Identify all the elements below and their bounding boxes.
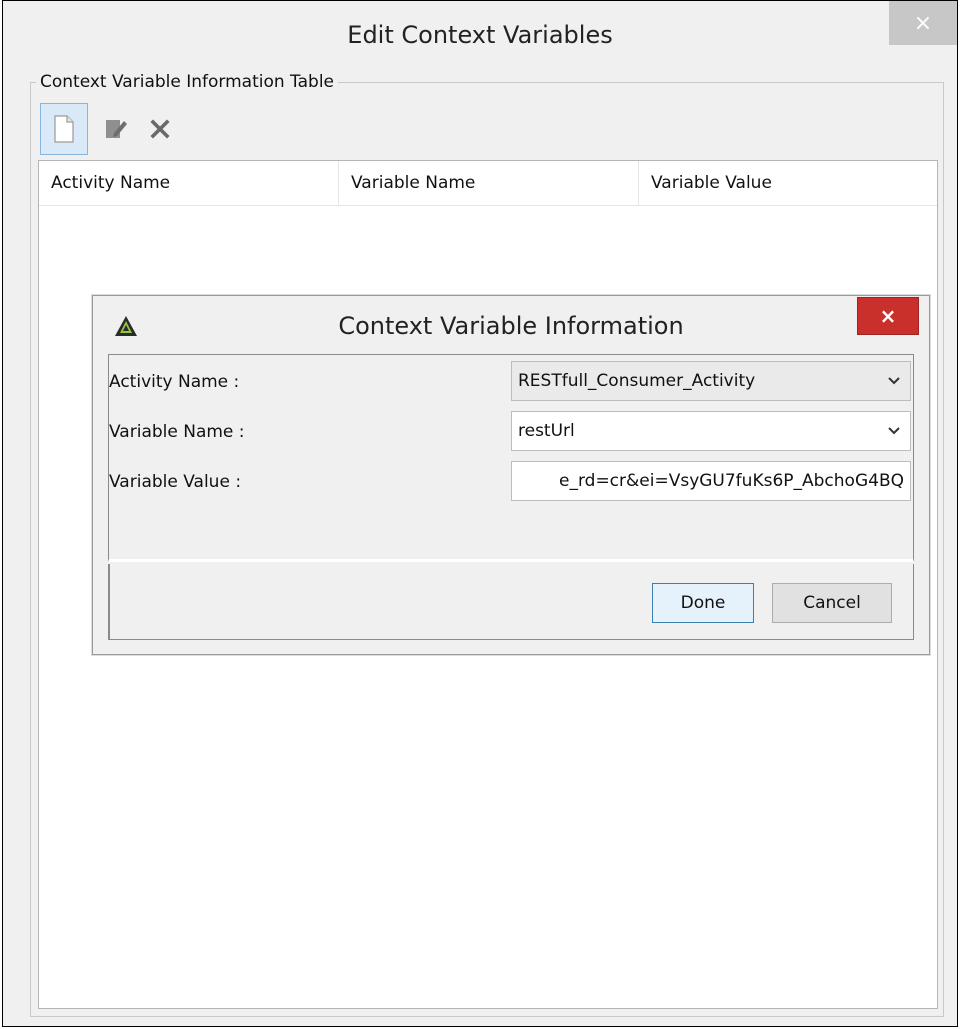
cancel-button[interactable]: Cancel xyxy=(772,583,892,623)
column-header-activity-name[interactable]: Activity Name xyxy=(39,161,339,205)
variable-value-text: e_rd=cr&ei=VsyGU7fuKs6P_AbchoG4BQ xyxy=(559,471,904,491)
form-panel: Activity Name : RESTfull_Consumer_Activi… xyxy=(108,354,914,562)
column-header-variable-value[interactable]: Variable Value xyxy=(639,161,937,205)
edit-icon xyxy=(106,120,127,138)
new-document-icon xyxy=(54,115,74,143)
group-legend: Context Variable Information Table xyxy=(36,72,339,92)
delete-variable-button[interactable] xyxy=(136,103,184,155)
chevron-down-icon xyxy=(886,412,902,450)
chevron-down-icon xyxy=(886,362,902,400)
activity-name-label: Activity Name : xyxy=(109,372,240,392)
done-button[interactable]: Done xyxy=(652,583,754,623)
edit-variable-button[interactable] xyxy=(92,103,140,155)
activity-name-select[interactable]: RESTfull_Consumer_Activity xyxy=(511,361,911,401)
dialog-title: Context Variable Information xyxy=(338,312,684,340)
window-close-button[interactable]: × xyxy=(889,1,957,45)
variable-name-select[interactable]: restUrl xyxy=(511,411,911,451)
activity-name-value: RESTfull_Consumer_Activity xyxy=(518,371,756,391)
table-header: Activity Name Variable Name Variable Val… xyxy=(39,161,937,206)
column-header-variable-name[interactable]: Variable Name xyxy=(339,161,639,205)
dialog-close-button[interactable]: × xyxy=(857,297,919,335)
variable-name-value: restUrl xyxy=(518,421,575,441)
window-title: Edit Context Variables xyxy=(347,21,613,49)
variable-name-label: Variable Name : xyxy=(109,422,245,442)
close-icon: × xyxy=(913,10,933,36)
context-variable-dialog: Context Variable Information × Activity … xyxy=(92,295,930,655)
dialog-button-bar: Done Cancel xyxy=(108,564,914,640)
window-titlebar: Edit Context Variables × xyxy=(3,1,957,75)
new-variable-button[interactable] xyxy=(40,103,88,155)
variable-value-input[interactable]: e_rd=cr&ei=VsyGU7fuKs6P_AbchoG4BQ xyxy=(511,461,911,501)
close-icon: × xyxy=(879,304,897,328)
delete-icon xyxy=(150,119,170,139)
variable-value-label: Variable Value : xyxy=(109,472,242,492)
